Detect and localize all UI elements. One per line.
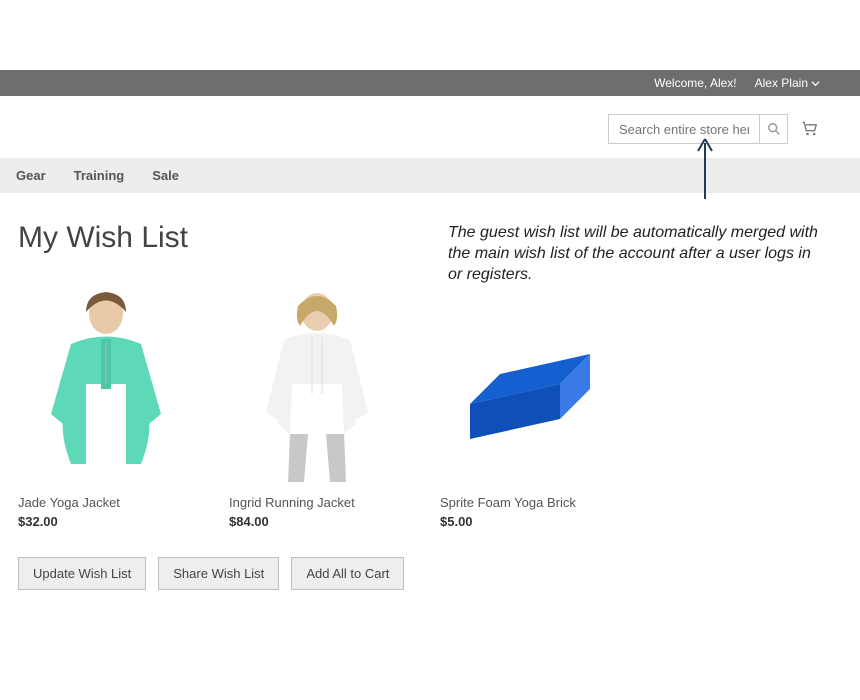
annotation-text: The guest wish list will be automaticall… [448, 223, 818, 285]
product-price: $32.00 [18, 514, 193, 529]
search-input[interactable] [609, 115, 759, 143]
nav-item-gear[interactable]: Gear [16, 168, 46, 183]
add-all-to-cart-button[interactable]: Add All to Cart [291, 557, 404, 590]
search-button[interactable] [759, 115, 787, 143]
cart-icon[interactable] [800, 119, 820, 139]
product-price: $84.00 [229, 514, 404, 529]
product-image [229, 279, 404, 489]
nav-item-training[interactable]: Training [74, 168, 125, 183]
update-wishlist-button[interactable]: Update Wish List [18, 557, 146, 590]
product-card[interactable]: Ingrid Running Jacket $84.00 [229, 279, 404, 529]
welcome-text: Welcome, Alex! [654, 76, 736, 90]
product-card[interactable]: Jade Yoga Jacket $32.00 [18, 279, 193, 529]
annotation-arrow-icon [693, 137, 717, 203]
product-image [18, 279, 193, 489]
share-wishlist-button[interactable]: Share Wish List [158, 557, 279, 590]
top-bar: Welcome, Alex! Alex Plain [0, 70, 860, 96]
product-card[interactable]: Sprite Foam Yoga Brick $5.00 [440, 279, 615, 529]
product-price: $5.00 [440, 514, 615, 529]
wishlist-products: Jade Yoga Jacket $32.00 Ingrid Running J… [18, 279, 842, 529]
product-name: Ingrid Running Jacket [229, 495, 404, 510]
search-icon [767, 122, 781, 136]
chevron-down-icon [811, 79, 820, 88]
content-area: My Wish List The guest wish list will be… [0, 193, 860, 620]
account-name: Alex Plain [755, 76, 808, 90]
account-menu[interactable]: Alex Plain [755, 76, 820, 90]
nav-item-sale[interactable]: Sale [152, 168, 179, 183]
product-image [440, 279, 615, 489]
main-nav: Gear Training Sale [0, 158, 860, 193]
product-name: Jade Yoga Jacket [18, 495, 193, 510]
wishlist-actions: Update Wish List Share Wish List Add All… [18, 557, 842, 590]
product-name: Sprite Foam Yoga Brick [440, 495, 615, 510]
header-row [0, 96, 860, 158]
